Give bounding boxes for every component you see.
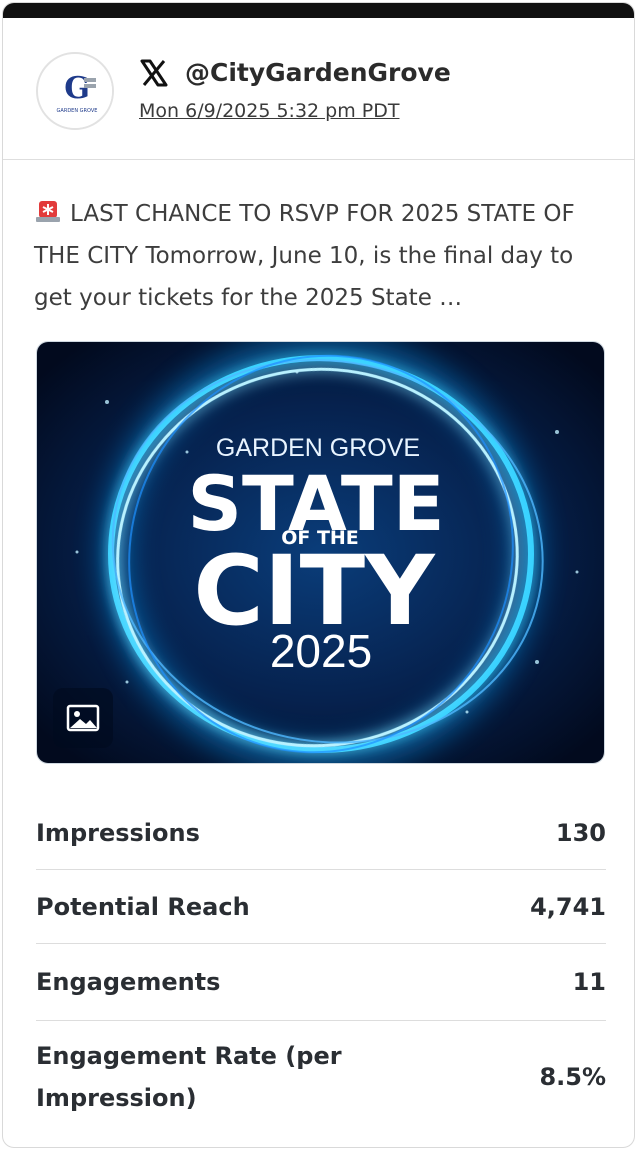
post-image[interactable]: GARDEN GROVE STATE OF THE CITY 2025 [36, 341, 605, 764]
state-of-the-city-graphic: GARDEN GROVE STATE OF THE CITY 2025 [37, 342, 604, 763]
post-timestamp-link[interactable]: Mon 6/9/2025 5:32 pm PDT [139, 98, 399, 124]
stat-value: 11 [572, 968, 606, 996]
stat-label: Potential Reach [36, 892, 250, 921]
image-icon [66, 704, 100, 732]
rotating-light-icon [36, 201, 60, 222]
garden-grove-logo: G GARDEN GROVE [39, 55, 112, 128]
post-header: G GARDEN GROVE @CityGardenGrove Mon 6/9/… [3, 18, 634, 160]
stat-row-impressions: Impressions 130 [36, 796, 606, 870]
stat-value: 8.5% [539, 1063, 606, 1091]
stat-label: Impressions [36, 818, 200, 847]
stat-value: 4,741 [530, 892, 606, 921]
avatar[interactable]: G GARDEN GROVE [36, 52, 114, 130]
stat-label: Engagement Rate (per Impression) [36, 1042, 342, 1112]
card-top-bar [3, 3, 634, 18]
svg-text:GARDEN GROVE: GARDEN GROVE [216, 434, 420, 462]
post-text: LAST CHANCE TO RSVP FOR 2025 STATE OF TH… [34, 193, 609, 319]
stat-value: 130 [555, 818, 606, 847]
stat-label: Engagements [36, 968, 221, 996]
stat-row-potential-reach: Potential Reach 4,741 [36, 870, 606, 944]
post-card: G GARDEN GROVE @CityGardenGrove Mon 6/9/… [2, 2, 635, 1148]
stat-row-engagements: Engagements 11 [36, 944, 606, 1021]
svg-text:GARDEN GROVE: GARDEN GROVE [57, 108, 98, 114]
svg-text:2025: 2025 [270, 625, 372, 677]
svg-text:G: G [64, 71, 90, 106]
image-badge[interactable] [53, 688, 113, 748]
account-handle[interactable]: @CityGardenGrove [185, 58, 451, 88]
stats-table: Impressions 130 Potential Reach 4,741 En… [36, 796, 606, 1133]
post-text-content: LAST CHANCE TO RSVP FOR 2025 STATE OF TH… [34, 201, 575, 311]
x-logo-icon [140, 59, 168, 87]
stat-row-engagement-rate: Engagement Rate (per Impression) 8.5% [36, 1021, 606, 1133]
